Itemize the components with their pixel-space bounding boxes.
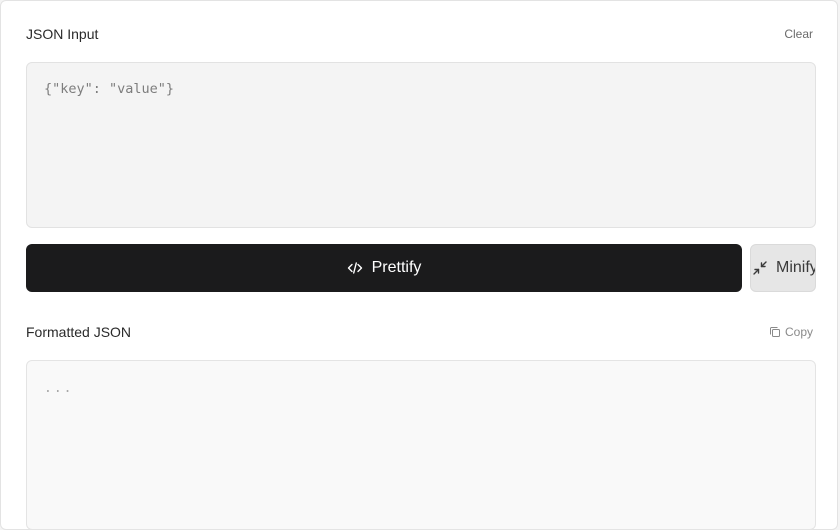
output-placeholder: ... (44, 381, 74, 396)
copy-label: Copy (784, 325, 813, 339)
code-icon (347, 260, 363, 276)
output-section-label: Formatted JSON (26, 324, 132, 340)
json-input-textarea[interactable] (26, 62, 816, 228)
copy-button[interactable]: Copy (769, 325, 813, 339)
formatted-json-output: ... (26, 360, 816, 530)
input-header: JSON Input Clear (26, 26, 813, 42)
clear-button[interactable]: Clear (784, 27, 813, 41)
minify-button[interactable]: Minify (750, 244, 816, 292)
prettify-label: Prettify (371, 259, 422, 276)
prettify-button[interactable]: Prettify (26, 244, 742, 292)
json-formatter-card: JSON Input Clear Prettify Minify Formatt… (0, 0, 838, 530)
output-header: Formatted JSON Copy (26, 324, 813, 340)
minify-label: Minify (776, 259, 816, 276)
input-section-label: JSON Input (26, 26, 99, 42)
copy-icon (769, 326, 781, 338)
minimize-icon (752, 260, 768, 276)
